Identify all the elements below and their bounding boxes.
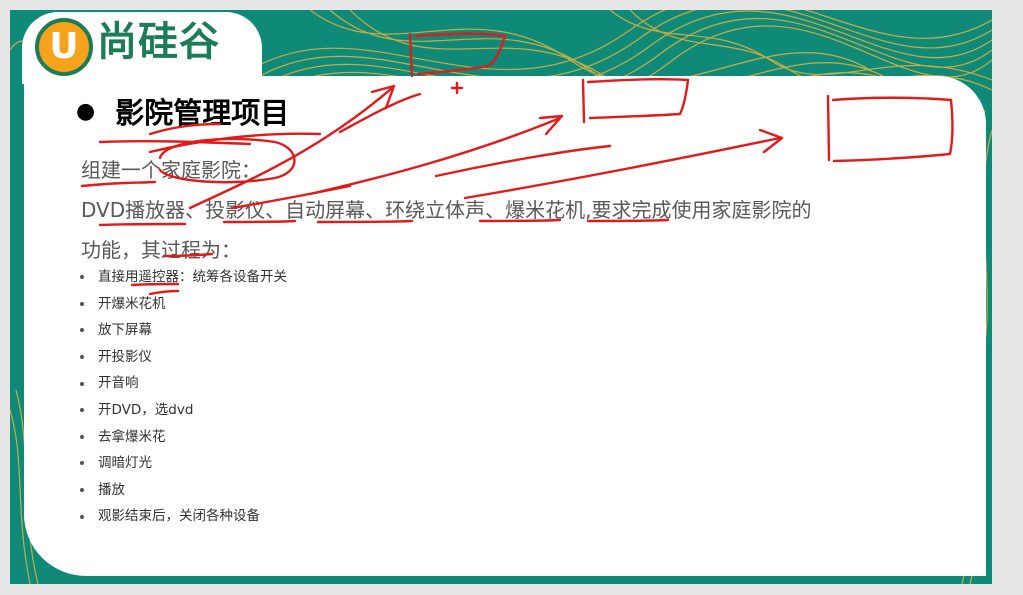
logo-icon: U [35, 18, 93, 76]
list-item: 开爆米花机 [80, 291, 287, 318]
bullet-icon [80, 434, 84, 439]
list-item: 开音响 [80, 370, 287, 397]
list-item: 开DVD，选dvd [80, 397, 287, 424]
bullet-icon [80, 328, 84, 333]
bullet-icon [80, 408, 84, 413]
steps-list: 直接用遥控器：统筹各设备开关 开爆米花机 放下屏幕 开投影仪 开音响 开DVD，… [80, 264, 287, 530]
list-item: 观影结束后，关闭各种设备 [80, 503, 287, 530]
page-title: 影院管理项目 [115, 96, 290, 130]
bullet-icon [80, 488, 84, 493]
paragraph-line-2: DVD播放器、投影仪、自动屏幕、环绕立体声、爆米花机,要求完成使用家庭影院的 [81, 198, 812, 222]
bullet-icon [80, 301, 84, 306]
paragraph-line-1: 组建一个家庭影院： [81, 158, 261, 182]
bullet-icon [80, 461, 84, 466]
logo-initial: U [49, 26, 79, 67]
bullet-icon [80, 275, 84, 280]
list-item: 播放 [80, 477, 287, 504]
logo-brand-text: 尚硅谷 [97, 19, 220, 65]
list-item: 直接用遥控器：统筹各设备开关 [80, 264, 287, 291]
heading-bullet: ● [76, 98, 96, 124]
list-item: 放下屏幕 [80, 317, 287, 344]
bullet-icon [80, 355, 84, 360]
bullet-icon [80, 381, 84, 386]
heading: ● 影院管理项目 [76, 90, 289, 132]
list-item: 调暗灯光 [80, 450, 287, 477]
list-item: 去拿爆米花 [80, 424, 287, 451]
bullet-icon [80, 514, 84, 519]
list-item: 开投影仪 [80, 344, 287, 371]
paragraph-line-3: 功能，其过程为： [81, 238, 241, 262]
